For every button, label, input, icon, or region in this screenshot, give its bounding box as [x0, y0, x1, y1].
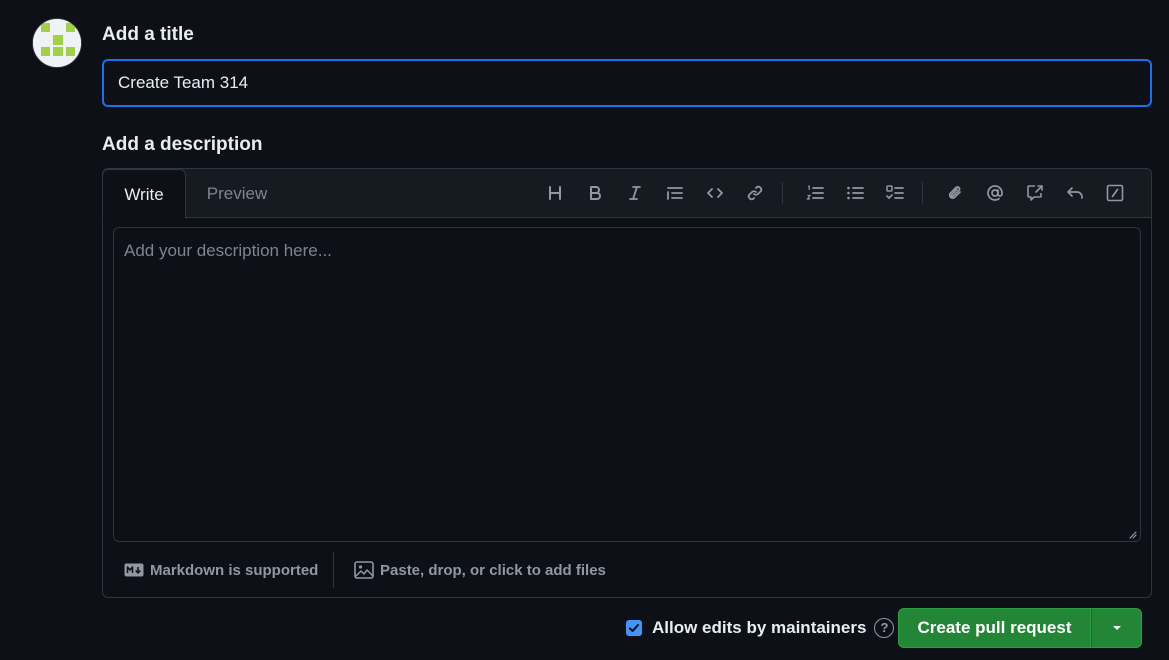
description-label: Add a description — [102, 134, 263, 155]
link-icon[interactable] — [743, 181, 767, 205]
unordered-list-icon[interactable] — [843, 181, 867, 205]
editor-header: Write Preview — [102, 169, 1151, 219]
heading-icon[interactable] — [543, 181, 567, 205]
footer-divider — [333, 552, 334, 588]
title-input[interactable] — [102, 59, 1152, 107]
quote-icon[interactable] — [663, 181, 687, 205]
toolbar-divider — [922, 182, 923, 204]
help-icon[interactable]: ? — [874, 618, 895, 638]
description-editor: Write Preview Add your description here.… — [102, 168, 1152, 598]
identicon-icon — [33, 19, 81, 67]
bold-icon[interactable] — [583, 181, 607, 205]
resize-grip-icon[interactable] — [1127, 529, 1137, 539]
image-icon — [354, 561, 374, 579]
ordered-list-icon[interactable] — [803, 181, 827, 205]
code-icon[interactable] — [703, 181, 727, 205]
allow-edits-checkbox[interactable] — [626, 620, 642, 636]
checkmark-icon — [629, 624, 639, 632]
attach-icon[interactable] — [943, 181, 967, 205]
toolbar-divider — [782, 182, 783, 204]
tab-write[interactable]: Write — [102, 169, 186, 219]
create-pull-request-button[interactable]: Create pull request — [898, 608, 1091, 648]
create-pr-options-button[interactable] — [1091, 608, 1142, 648]
markdown-supported-label: Markdown is supported — [150, 561, 319, 579]
triangle-down-icon — [1112, 626, 1121, 630]
allow-edits-label[interactable]: Allow edits by maintainers — [652, 618, 866, 638]
markdown-icon — [124, 563, 144, 577]
mention-icon[interactable] — [983, 181, 1007, 205]
add-files-label: Paste, drop, or click to add files — [380, 561, 606, 579]
cross-reference-icon[interactable] — [1023, 181, 1047, 205]
markdown-supported-link[interactable]: Markdown is supported — [124, 559, 318, 581]
avatar[interactable] — [32, 18, 82, 68]
italic-icon[interactable] — [623, 181, 647, 205]
slash-commands-icon[interactable] — [1103, 181, 1127, 205]
reply-icon[interactable] — [1063, 181, 1087, 205]
tab-preview[interactable]: Preview — [193, 169, 281, 218]
task-list-icon[interactable] — [883, 181, 907, 205]
description-textarea[interactable] — [113, 227, 1141, 542]
title-label: Add a title — [102, 24, 194, 45]
markdown-toolbar — [451, 169, 1151, 218]
allow-edits-row: Allow edits by maintainers ? — [626, 617, 895, 639]
create-pr-button-group: Create pull request — [898, 608, 1142, 648]
add-files-link[interactable]: Paste, drop, or click to add files — [354, 559, 606, 581]
